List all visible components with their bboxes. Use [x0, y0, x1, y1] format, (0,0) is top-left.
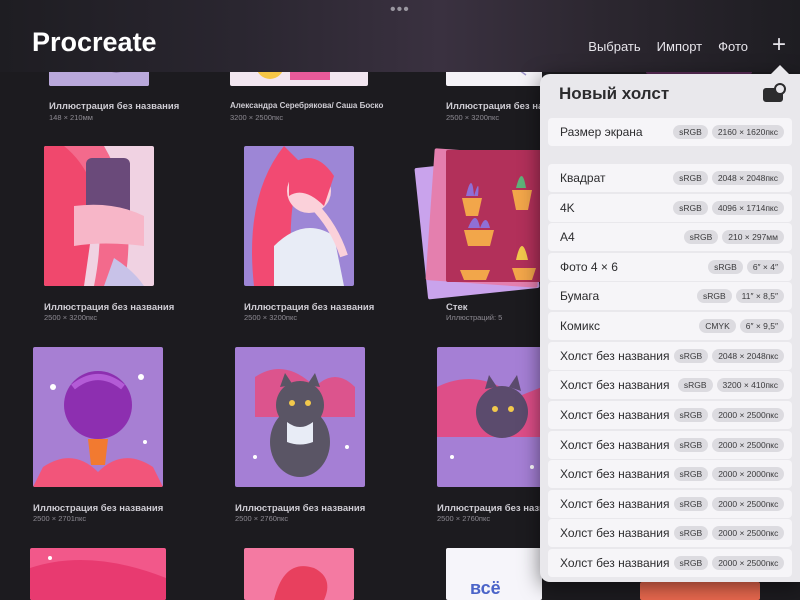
preset-size: 2000 × 2500пкс [712, 408, 785, 422]
artwork-title: Иллюстрация без названия [244, 302, 375, 313]
canvas-preset[interactable]: Квадрат sRGB 2048 × 2048пкс [548, 164, 792, 192]
preset-color-profile: sRGB [673, 171, 708, 185]
preset-name: Бумага [560, 289, 600, 303]
preset-color-profile: CMYK [699, 319, 736, 333]
popover-title: Новый холст [559, 84, 670, 103]
artwork-title: Иллюстрация без названия [235, 503, 366, 514]
artwork-title: Иллюстрация без названия [33, 503, 164, 514]
preset-name: Холст без названия [560, 378, 670, 392]
preset-name: Квадрат [560, 171, 606, 185]
preset-color-profile: sRGB [673, 349, 709, 363]
artwork-title: Иллюстрация без названия [44, 302, 175, 313]
artwork-title: Александра Серебрякова/ Саша Боско [230, 101, 384, 110]
artwork-thumbnail[interactable] [235, 347, 365, 487]
preset-name: 4K [560, 201, 575, 215]
preset-size: 2000 × 2000пкс [712, 467, 785, 481]
artwork-size: 148 × 210мм [49, 113, 93, 122]
preset-color-profile: sRGB [683, 230, 719, 244]
preset-color-profile: sRGB [673, 497, 709, 511]
artwork-size: 2500 × 2760пкс [235, 514, 289, 523]
canvas-preset[interactable]: Холст без названия sRGB 3200 × 410пкс [548, 371, 792, 399]
preset-color-profile: sRGB [673, 467, 709, 481]
artwork-thumbnail[interactable] [437, 347, 542, 487]
preset-name: Холст без названия [560, 408, 670, 422]
preset-color-profile: sRGB [673, 125, 708, 139]
preset-name: Холст без названия [560, 438, 670, 452]
preset-size: 4096 × 1714пкс [711, 201, 784, 215]
preset-name: Холст без названия [560, 556, 670, 570]
preset-color-profile: sRGB [673, 201, 708, 215]
artwork-thumbnail[interactable] [44, 146, 154, 286]
new-canvas-popover: Новый холст Размер экрана sRGB 2160 × 16… [540, 65, 800, 582]
preset-name: Размер экрана [560, 125, 643, 139]
preset-name: Холст без названия [560, 526, 670, 540]
preset-name: Холст без названия [560, 467, 670, 481]
preset-size: 2160 × 1620пкс [711, 125, 784, 139]
stack-thumbnail[interactable] [446, 150, 542, 282]
preset-size: 11″ × 8,5″ [735, 289, 784, 303]
preset-size: 2048 × 2048пкс [712, 349, 785, 363]
artwork-thumbnail[interactable] [30, 548, 166, 600]
canvas-preset[interactable]: A4 sRGB 210 × 297мм [548, 223, 792, 251]
preset-name: Фото 4 × 6 [560, 260, 618, 274]
canvas-preset[interactable]: Холст без названия sRGB 2000 × 2500пкс [548, 431, 792, 459]
canvas-preset[interactable]: 4K sRGB 4096 × 1714пкс [548, 194, 792, 222]
canvas-preset[interactable]: Холст без названия sRGB 2000 × 2000пкс [548, 460, 792, 488]
artwork-size: 2500 × 3200пкс [44, 313, 98, 322]
preset-name: Холст без названия [560, 349, 670, 363]
artwork-thumbnail[interactable] [244, 548, 354, 600]
preset-color-profile: sRGB [673, 556, 709, 570]
artwork-size: 2500 × 2760пкс [437, 514, 491, 523]
top-nav: Выбрать Импорт Фото [588, 39, 748, 54]
preset-size: 2000 × 2500пкс [712, 556, 785, 570]
preset-color-profile: sRGB [673, 408, 709, 422]
preset-size: 6″ × 4″ [746, 260, 784, 274]
preset-color-profile: sRGB [673, 438, 709, 452]
stack-title: Стек [446, 302, 468, 313]
preset-size: 3200 × 410пкс [716, 378, 784, 392]
svg-text:всё: всё [470, 578, 501, 598]
preset-name: A4 [560, 230, 575, 244]
artwork-size: 2500 × 2701пкс [33, 514, 87, 523]
preset-color-profile: sRGB [673, 526, 709, 540]
app-title: Procreate [32, 27, 157, 57]
canvas-preset[interactable]: Комикс CMYK 6″ × 9,5″ [548, 312, 792, 340]
canvas-preset[interactable]: Бумага sRGB 11″ × 8,5″ [548, 282, 792, 310]
preset-size: 2000 × 2500пкс [712, 438, 785, 452]
canvas-preset[interactable]: Холст без названия sRGB 2000 × 2500пкс [548, 401, 792, 429]
select-button[interactable]: Выбрать [588, 39, 640, 54]
preset-size: 210 × 297мм [722, 230, 784, 244]
top-bar: ••• Procreate Выбрать Импорт Фото + [0, 0, 800, 72]
preset-color-profile: sRGB [696, 289, 732, 303]
preset-color-profile: sRGB [708, 260, 743, 274]
preset-color-profile: sRGB [677, 378, 713, 392]
custom-canvas-icon[interactable] [763, 83, 786, 102]
artwork-size: 2500 × 3200пкс [446, 113, 500, 122]
artwork-title: Иллюстрация без названия [49, 101, 180, 112]
canvas-preset[interactable]: Холст без названия sRGB 2000 × 2500пкс [548, 519, 792, 547]
preset-name: Холст без названия [560, 497, 670, 511]
canvas-preset[interactable]: Холст без названия sRGB 2000 × 2500пкс [548, 490, 792, 518]
canvas-preset[interactable]: Холст без названия sRGB 2000 × 2500пкс [548, 549, 792, 577]
artwork-thumbnail[interactable]: всё [446, 548, 542, 600]
canvas-preset-screen[interactable]: Размер экрана sRGB 2160 × 1620пкс [548, 118, 792, 146]
import-button[interactable]: Импорт [657, 39, 702, 54]
canvas-preset[interactable]: Фото 4 × 6 sRGB 6″ × 4″ [548, 253, 792, 281]
preset-name: Комикс [560, 319, 601, 333]
artwork-thumbnail[interactable] [33, 347, 163, 487]
preset-size: 2000 × 2500пкс [712, 497, 785, 511]
artwork-size: 3200 × 2500пкс [230, 113, 284, 122]
plus-icon[interactable]: + [772, 33, 786, 57]
artwork-size: 2500 × 3200пкс [244, 313, 298, 322]
canvas-preset[interactable]: Холст без названия sRGB 2048 × 2048пкс [548, 342, 792, 370]
preset-size: 2000 × 2500пкс [712, 526, 785, 540]
photo-button[interactable]: Фото [718, 39, 748, 54]
more-dots-icon[interactable]: ••• [390, 1, 410, 19]
artwork-thumbnail[interactable] [244, 146, 354, 286]
artwork-thumbnail[interactable] [640, 582, 760, 600]
stack-count: Иллюстраций: 5 [446, 313, 503, 322]
preset-size: 6″ × 9,5″ [739, 319, 784, 333]
preset-size: 2048 × 2048пкс [711, 171, 784, 185]
